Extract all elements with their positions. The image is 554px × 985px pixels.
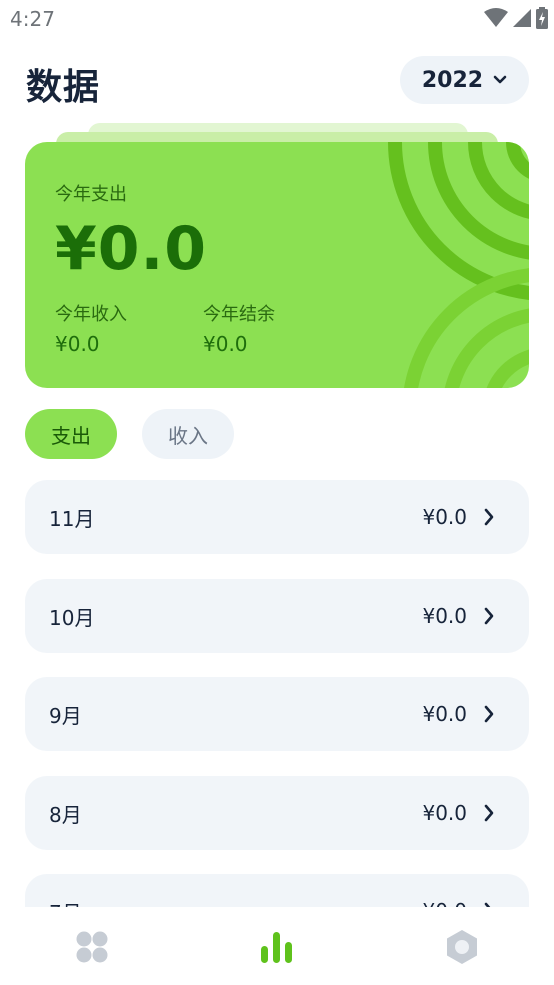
- status-bar: 4:27: [0, 0, 554, 38]
- balance-label: 今年结余: [203, 304, 275, 325]
- signal-icon: [513, 9, 531, 27]
- month-list: 11月 ¥0.0 10月 ¥0.0 9月 ¥0.0 8月 ¥0.0 7月 ¥0.…: [25, 480, 529, 907]
- month-row[interactable]: 10月 ¥0.0: [25, 579, 529, 653]
- status-time: 4:27: [10, 7, 55, 31]
- chevron-right-icon: [484, 607, 494, 625]
- hexagon-icon: [447, 930, 477, 964]
- income-label: 今年收入: [55, 304, 127, 325]
- status-icons: [484, 7, 548, 29]
- month-name: 8月: [49, 802, 82, 827]
- month-amount: ¥0.0: [422, 505, 467, 529]
- month-row[interactable]: 11月 ¥0.0: [25, 480, 529, 554]
- year-value: 2022: [421, 67, 484, 93]
- chevron-right-icon: [484, 705, 494, 723]
- month-name: 7月: [49, 897, 82, 908]
- month-row[interactable]: 9月 ¥0.0: [25, 677, 529, 751]
- summary-card: 今年支出 ¥0.0 今年收入 ¥0.0 今年结余 ¥0.0: [25, 142, 529, 388]
- chevron-down-icon: [493, 75, 507, 84]
- nav-data[interactable]: [247, 925, 307, 969]
- balance-total: ¥0.0: [203, 332, 248, 356]
- month-amount: ¥0.0: [422, 702, 467, 726]
- screen: 4:27 数据 2022 今年支出 ¥0.0 今年收入 ¥0.0 今年结余 ¥0…: [0, 0, 554, 985]
- month-name: 10月: [49, 605, 95, 630]
- expense-total: ¥0.0: [55, 214, 208, 284]
- chevron-right-icon: [484, 804, 494, 822]
- month-name: 11月: [49, 506, 95, 531]
- month-amount: ¥0.0: [422, 899, 467, 907]
- tab-expense[interactable]: 支出: [25, 409, 117, 459]
- battery-icon: [536, 7, 548, 29]
- year-selector[interactable]: 2022: [400, 56, 529, 104]
- grid-icon: [76, 931, 108, 963]
- month-row[interactable]: 8月 ¥0.0: [25, 776, 529, 850]
- month-name: 9月: [49, 703, 82, 728]
- page-title: 数据: [26, 67, 101, 108]
- bottom-nav: [0, 907, 554, 985]
- month-amount: ¥0.0: [422, 801, 467, 825]
- chevron-right-icon: [484, 508, 494, 526]
- bar-chart-icon: [261, 932, 292, 963]
- income-total: ¥0.0: [55, 332, 100, 356]
- wifi-icon: [484, 8, 508, 27]
- expense-label: 今年支出: [55, 184, 127, 205]
- nav-home[interactable]: [62, 925, 122, 969]
- month-row[interactable]: 7月 ¥0.0: [25, 874, 529, 907]
- nav-settings[interactable]: [432, 925, 492, 969]
- tab-income[interactable]: 收入: [142, 409, 234, 459]
- month-amount: ¥0.0: [422, 604, 467, 628]
